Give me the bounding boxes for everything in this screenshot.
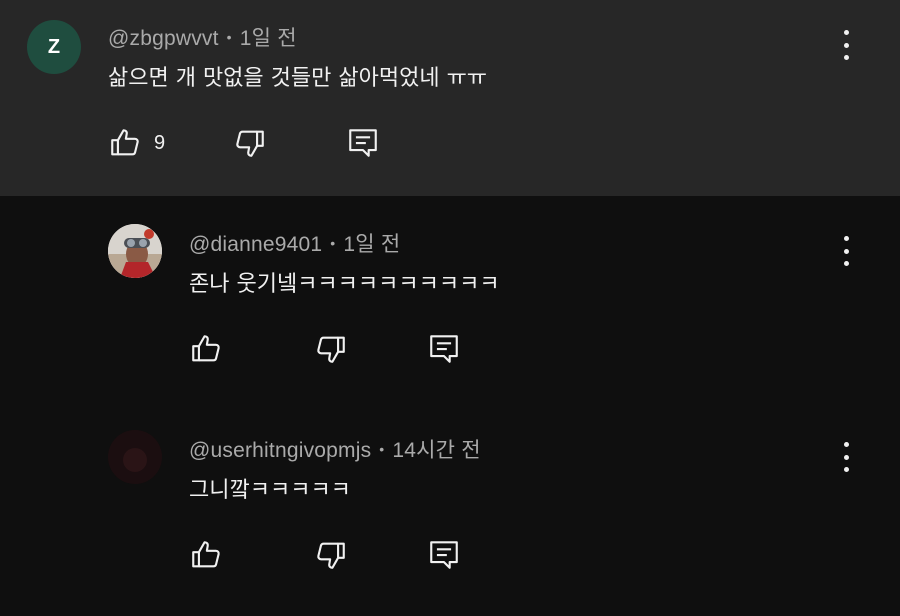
comment-text: 그니깤ㅋㅋㅋㅋㅋ [189, 478, 351, 503]
comment-text: 존나 웃기넼ㅋㅋㅋㅋㅋㅋㅋㅋㅋㅋ [189, 272, 500, 297]
comment-item: @userhitngivopmjs • 14시간 전 그니깤ㅋㅋㅋㅋㅋ [0, 406, 900, 616]
comment-meta: @userhitngivopmjs • 14시간 전 [189, 434, 481, 464]
comment-meta: @dianne9401 • 1일 전 [189, 228, 400, 258]
like-button[interactable] [189, 332, 223, 366]
avatar-photo-icon [108, 430, 162, 484]
like-icon [111, 129, 139, 156]
author-name[interactable]: @dianne9401 [189, 233, 322, 256]
comment-text: 삶으면 개 맛없을 것들만 삶아먹었네 ㅠㅠ [108, 66, 488, 91]
avatar[interactable] [108, 430, 162, 484]
like-count: 9 [154, 131, 166, 154]
dislike-button[interactable] [314, 538, 348, 572]
comment-item: Z @zbgpwvvt • 1일 전 삶으면 개 맛없을 것들만 삶아먹었네 ㅠㅠ … [0, 0, 900, 196]
reply-button[interactable] [427, 332, 461, 366]
author-name[interactable]: @zbgpwvvt [108, 27, 219, 50]
comment-meta: @zbgpwvvt • 1일 전 [108, 22, 297, 52]
comments-panel: Z @zbgpwvvt • 1일 전 삶으면 개 맛없을 것들만 삶아먹었네 ㅠㅠ … [0, 0, 900, 616]
reply-icon [430, 541, 458, 569]
like-icon [192, 335, 220, 362]
dislike-button[interactable] [314, 332, 348, 366]
like-icon [192, 541, 220, 568]
like-button[interactable]: 9 [108, 126, 165, 160]
avatar[interactable] [108, 224, 162, 278]
comment-time[interactable]: 1일 전 [240, 27, 297, 50]
more-vert-icon[interactable] [834, 236, 858, 266]
reply-icon [349, 129, 377, 157]
avatar-photo-icon [108, 224, 162, 278]
reply-button[interactable] [427, 538, 461, 572]
dislike-button[interactable] [233, 126, 267, 160]
meta-separator: • [379, 441, 385, 457]
meta-separator: • [330, 235, 336, 251]
like-button[interactable] [189, 538, 223, 572]
comment-time[interactable]: 14시간 전 [392, 439, 480, 462]
dislike-icon [236, 130, 264, 157]
reply-icon [430, 335, 458, 363]
more-vert-icon[interactable] [834, 30, 858, 60]
comment-item: @dianne9401 • 1일 전 존나 웃기넼ㅋㅋㅋㅋㅋㅋㅋㅋㅋㅋ [0, 196, 900, 406]
author-name[interactable]: @userhitngivopmjs [189, 439, 371, 462]
meta-separator: • [226, 29, 232, 45]
dislike-icon [317, 336, 345, 363]
more-vert-icon[interactable] [834, 442, 858, 472]
comment-time[interactable]: 1일 전 [343, 233, 400, 256]
avatar[interactable]: Z [27, 20, 81, 74]
dislike-icon [317, 542, 345, 569]
reply-button[interactable] [346, 126, 380, 160]
